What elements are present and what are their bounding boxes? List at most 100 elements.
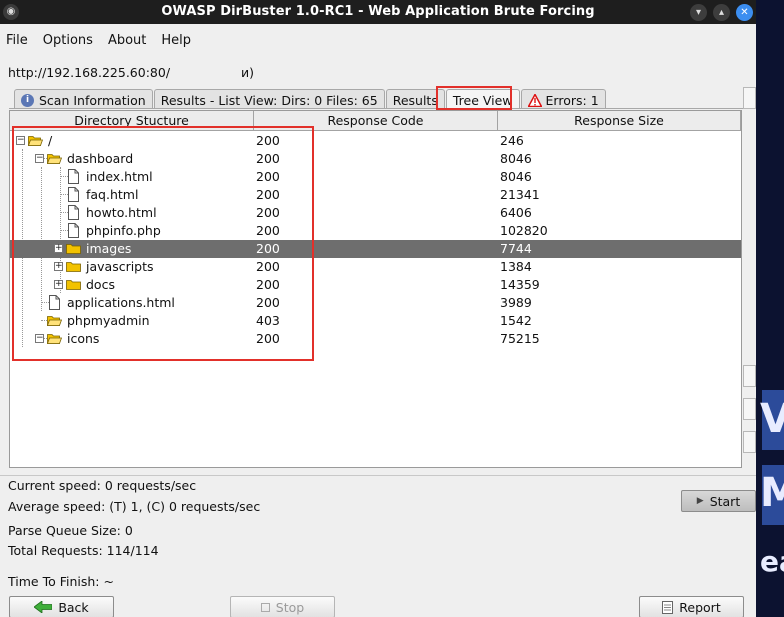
- report-button[interactable]: Report: [639, 596, 744, 617]
- tab-label: Errors: 1: [545, 93, 599, 108]
- expand-icon[interactable]: +: [54, 280, 63, 289]
- response-code: 200: [256, 133, 280, 148]
- collapse-icon[interactable]: −: [35, 154, 44, 163]
- response-code: 200: [256, 295, 280, 310]
- tree-row[interactable]: − icons 200 75215: [10, 330, 741, 348]
- side-control: [743, 431, 756, 453]
- menu-bar: File Options About Help: [0, 24, 756, 56]
- column-header-response-size[interactable]: Response Size: [498, 111, 741, 131]
- stop-label: Stop: [275, 599, 305, 615]
- report-icon: [662, 600, 674, 614]
- tree-row[interactable]: + docs 200 14359: [10, 276, 741, 294]
- parse-queue-size: Parse Queue Size: 0: [8, 523, 133, 538]
- back-button[interactable]: Back: [9, 596, 114, 617]
- tree-item-name: images: [86, 241, 132, 256]
- status-divider: [0, 475, 756, 476]
- play-icon: ▶: [696, 496, 704, 506]
- tree-row[interactable]: + javascripts 200 1384: [10, 258, 741, 276]
- menu-about[interactable]: About: [108, 33, 146, 48]
- menu-options[interactable]: Options: [43, 33, 93, 48]
- response-code: 200: [256, 331, 280, 346]
- tree-item-name: dashboard: [67, 151, 134, 166]
- dirbuster-window: ◉ OWASP DirBuster 1.0-RC1 - Web Applicat…: [0, 0, 756, 617]
- tree-row[interactable]: − dashboard 200 8046: [10, 150, 741, 168]
- menu-help[interactable]: Help: [161, 33, 191, 48]
- tab-scan-information[interactable]: i Scan Information: [14, 89, 153, 109]
- response-size: 8046: [500, 151, 532, 166]
- time-to-finish: Time To Finish: ~: [8, 574, 114, 589]
- tree-item-name: javascripts: [86, 259, 154, 274]
- tree-table: Directory Stucture Response Code Respons…: [9, 110, 742, 468]
- tree-row[interactable]: − / 200 246: [10, 132, 741, 150]
- tree-row[interactable]: howto.html 200 6406: [10, 204, 741, 222]
- desktop-letter: M: [760, 470, 784, 516]
- tab-tree-view[interactable]: Tree View: [445, 89, 520, 109]
- response-size: 1542: [500, 313, 532, 328]
- collapse-icon[interactable]: −: [16, 136, 25, 145]
- tree-row[interactable]: applications.html 200 3989: [10, 294, 741, 312]
- folder-open-icon: [47, 316, 62, 326]
- response-size: 21341: [500, 187, 540, 202]
- title-bar[interactable]: ◉ OWASP DirBuster 1.0-RC1 - Web Applicat…: [0, 0, 756, 24]
- tree-row[interactable]: index.html 200 8046: [10, 168, 741, 186]
- tab-list-view[interactable]: Results - List View: Dirs: 0 Files: 65: [153, 89, 385, 109]
- column-header-directory[interactable]: Directory Stucture: [10, 111, 254, 131]
- column-header-response-code[interactable]: Response Code: [254, 111, 498, 131]
- start-button[interactable]: ▶ Start: [681, 490, 756, 512]
- folder-open-icon: [28, 136, 43, 146]
- file-icon: [68, 169, 79, 184]
- collapse-icon[interactable]: −: [35, 334, 44, 343]
- response-code: 200: [256, 151, 280, 166]
- tab-errors[interactable]: Errors: 1: [520, 89, 606, 109]
- response-size: 75215: [500, 331, 540, 346]
- side-control: [743, 398, 756, 420]
- response-code: 200: [256, 187, 280, 202]
- tab-results[interactable]: Results: [385, 89, 445, 109]
- file-icon: [68, 205, 79, 220]
- expand-icon[interactable]: +: [54, 262, 63, 271]
- tree-item-name: index.html: [86, 169, 153, 184]
- tree-row[interactable]: faq.html 200 21341: [10, 186, 741, 204]
- tree-row[interactable]: + images 200 7744: [10, 240, 741, 258]
- stop-icon: [260, 602, 270, 612]
- tree-item-name: applications.html: [67, 295, 175, 310]
- folder-open-icon: [47, 154, 62, 164]
- file-icon: [49, 295, 60, 310]
- menu-file[interactable]: File: [6, 33, 28, 48]
- tree-item-name: howto.html: [86, 205, 157, 220]
- average-speed: Average speed: (T) 1, (C) 0 requests/sec: [8, 499, 261, 514]
- results-tabs: i Scan Information Results - List View: …: [14, 89, 607, 109]
- response-code: 200: [256, 223, 280, 238]
- tab-label: Results: [392, 93, 438, 108]
- tree-item-name: icons: [67, 331, 100, 346]
- expand-icon[interactable]: +: [54, 244, 63, 253]
- maximize-icon[interactable]: ▴: [713, 4, 730, 21]
- folder-open-icon: [47, 334, 62, 344]
- target-url-suffix: и): [241, 65, 255, 80]
- minimize-icon[interactable]: ▾: [690, 4, 707, 21]
- side-control: [743, 87, 756, 109]
- tree-item-name: docs: [86, 277, 115, 292]
- response-code: 200: [256, 241, 280, 256]
- response-code: 200: [256, 205, 280, 220]
- tree-item-name: faq.html: [86, 187, 139, 202]
- table-header: Directory Stucture Response Code Respons…: [10, 111, 741, 131]
- response-size: 246: [500, 133, 524, 148]
- info-icon: i: [21, 94, 34, 107]
- response-size: 8046: [500, 169, 532, 184]
- stop-button[interactable]: Stop: [230, 596, 335, 617]
- response-size: 102820: [500, 223, 548, 238]
- current-speed: Current speed: 0 requests/sec: [8, 478, 197, 493]
- tabs-divider: [9, 108, 743, 109]
- response-code: 403: [256, 313, 280, 328]
- total-requests: Total Requests: 114/114: [8, 543, 159, 558]
- folder-icon: [66, 244, 81, 254]
- tree-row[interactable]: −phpmyadmin4031542: [10, 312, 741, 330]
- tab-label: Results - List View: Dirs: 0 Files: 65: [160, 93, 378, 108]
- close-icon[interactable]: ✕: [736, 4, 753, 21]
- desktop-letter: ea: [760, 545, 784, 578]
- response-code: 200: [256, 259, 280, 274]
- back-arrow-icon: [34, 601, 53, 613]
- tree-row[interactable]: phpinfo.php 200 102820: [10, 222, 741, 240]
- folder-icon: [66, 262, 81, 272]
